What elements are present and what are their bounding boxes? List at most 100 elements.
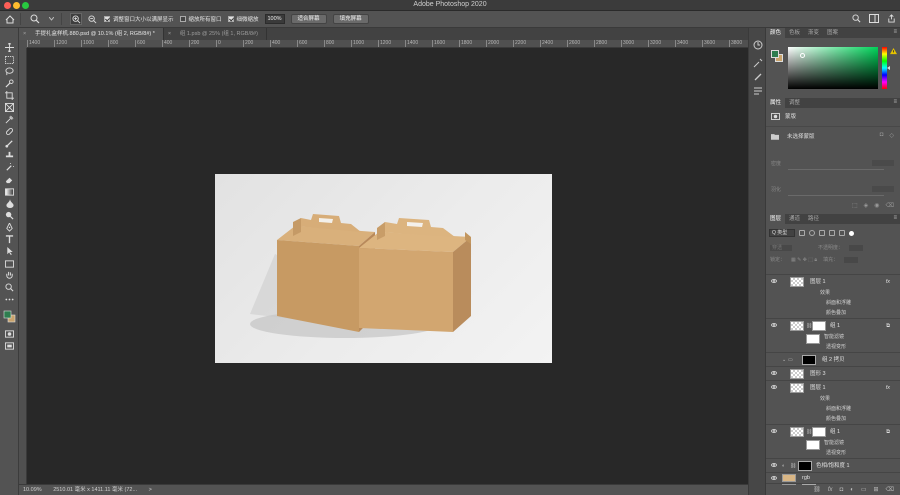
tab-channels[interactable]: 通道 — [785, 214, 804, 224]
layer-mask-thumbnail[interactable] — [812, 427, 826, 437]
add-vector-mask-icon[interactable]: ◇ — [889, 132, 894, 139]
crop-tool-icon[interactable] — [3, 90, 16, 101]
tab-swatches[interactable]: 色板 — [785, 28, 804, 38]
folder-icon[interactable]: ▭ — [861, 486, 867, 493]
layer-row[interactable]: ⛓︎ 组 1 ⧉ — [766, 424, 900, 438]
layer-row[interactable]: 图层 1 fx — [766, 274, 900, 288]
zoom-out-icon[interactable] — [86, 13, 98, 25]
type-filter-icon[interactable] — [819, 230, 825, 236]
layer-mask-thumbnail[interactable] — [798, 461, 812, 471]
fill-field[interactable] — [844, 256, 859, 263]
rectangle-tool-icon[interactable] — [3, 258, 16, 269]
paragraph-panel-icon[interactable] — [753, 86, 763, 96]
layer-fx-badge[interactable]: fx — [886, 275, 890, 289]
foreground-color-swatch[interactable] — [771, 50, 779, 58]
density-field[interactable] — [872, 160, 894, 166]
healing-brush-tool-icon[interactable] — [3, 126, 16, 137]
gradient-tool-icon[interactable] — [3, 186, 16, 197]
visibility-eye-icon[interactable] — [771, 463, 777, 467]
pen-tool-icon[interactable] — [3, 222, 16, 233]
color-swatches-icon[interactable] — [3, 308, 16, 324]
close-icon[interactable]: × — [168, 28, 171, 40]
brush-settings-icon[interactable] — [753, 72, 763, 82]
visibility-eye-icon[interactable] — [771, 371, 777, 375]
shape-filter-icon[interactable] — [829, 230, 835, 236]
layer-fx-badge[interactable]: fx — [886, 381, 890, 395]
feather-field[interactable] — [872, 186, 894, 192]
ruler-origin[interactable] — [19, 40, 27, 48]
panel-menu-icon[interactable]: ≡ — [893, 215, 897, 221]
effect-bevel-emboss[interactable]: 斜面和浮雕 — [826, 298, 851, 308]
horizontal-ruler[interactable]: 1400 1200 1000 800 600 400 200 0 200 400… — [27, 40, 748, 48]
lasso-tool-icon[interactable] — [3, 66, 16, 77]
layer-row[interactable]: 图层 1 fx — [766, 380, 900, 394]
visibility-eye-icon[interactable] — [771, 323, 777, 327]
canvas-pasteboard[interactable] — [27, 48, 748, 484]
document-canvas[interactable] — [215, 174, 552, 363]
search-icon[interactable] — [852, 14, 861, 23]
layer-mask-thumbnail[interactable] — [802, 355, 816, 365]
visibility-eye-icon[interactable] — [771, 385, 777, 389]
status-more-arrow[interactable]: > — [149, 487, 152, 493]
home-icon[interactable] — [4, 13, 16, 25]
effect-color-overlay[interactable]: 颜色叠加 — [826, 308, 846, 318]
filter-perspective-warp[interactable]: 透视变形 — [826, 448, 846, 458]
color-picker-ring[interactable] — [800, 53, 805, 58]
type-tool-icon[interactable] — [3, 234, 16, 245]
gamut-warning-icon[interactable] — [890, 48, 897, 55]
brush-tool-icon[interactable] — [3, 138, 16, 149]
eyedropper-tool-icon[interactable] — [3, 114, 16, 125]
hue-slider-handle[interactable] — [887, 66, 890, 70]
new-layer-icon[interactable]: ⊞ — [873, 486, 878, 493]
workspace-icon[interactable] — [869, 14, 879, 23]
visibility-eye-icon[interactable] — [771, 279, 777, 283]
vertical-ruler[interactable] — [19, 48, 27, 484]
effect-color-overlay[interactable]: 颜色叠加 — [826, 414, 846, 424]
load-selection-icon[interactable]: ⬚ — [852, 202, 858, 209]
share-icon[interactable] — [887, 14, 896, 23]
hand-tool-icon[interactable] — [3, 270, 16, 281]
quick-mask-icon[interactable] — [3, 328, 16, 339]
zoom-tool-icon[interactable] — [3, 282, 16, 293]
dodge-tool-icon[interactable] — [3, 210, 16, 221]
zoom-tool-icon[interactable] — [29, 13, 41, 25]
tab-paths[interactable]: 路径 — [804, 214, 823, 224]
link-icon[interactable]: ⛓︎ — [813, 486, 821, 493]
more-tools-icon[interactable] — [3, 294, 16, 305]
zoom-all-windows-checkbox[interactable]: 缩放所有窗口 — [179, 15, 222, 23]
layer-mask-thumbnail[interactable] — [812, 321, 826, 331]
tab-color[interactable]: 颜色 — [766, 28, 786, 38]
smart-filter-mask-thumbnail[interactable] — [806, 334, 820, 344]
tab-gradients[interactable]: 渐变 — [804, 28, 823, 38]
panel-menu-icon[interactable]: ≡ — [893, 29, 897, 35]
quick-select-tool-icon[interactable] — [3, 78, 16, 89]
layer-filter-select[interactable]: Q 类型 — [769, 229, 795, 237]
visibility-eye-icon[interactable] — [771, 476, 777, 480]
close-icon[interactable]: × — [23, 28, 26, 40]
history-panel-icon[interactable] — [753, 40, 763, 50]
trash-icon[interactable]: ⌫ — [886, 202, 894, 209]
layer-row[interactable]: ◐ ⛓︎ 色相/饱和度 1 — [766, 458, 900, 472]
scrubby-zoom-checkbox[interactable]: 细微缩放 — [227, 15, 259, 23]
clone-stamp-tool-icon[interactable] — [3, 150, 16, 161]
status-zoom[interactable]: 10.09% — [23, 487, 42, 493]
layer-row[interactable]: 图形 3 — [766, 366, 900, 380]
screen-mode-icon[interactable] — [3, 340, 16, 351]
opacity-field[interactable] — [849, 244, 864, 251]
adjust-panel-icon[interactable] — [753, 58, 763, 68]
blur-tool-icon[interactable] — [3, 198, 16, 209]
adjustment-filter-icon[interactable] — [809, 230, 815, 236]
chevron-down-icon[interactable] — [45, 13, 57, 25]
frame-tool-icon[interactable] — [3, 102, 16, 113]
blend-mode-select[interactable]: 穿透 — [770, 244, 792, 251]
add-pixel-mask-icon[interactable]: ◘ — [880, 132, 884, 139]
layer-group-row[interactable]: ⌄ ▭ 组 2 拷贝 — [766, 352, 900, 366]
tab-patterns[interactable]: 图案 — [823, 28, 842, 38]
fx-icon[interactable]: fx — [828, 487, 833, 493]
apply-mask-icon[interactable]: ◈ — [864, 202, 869, 209]
filter-toggle-icon[interactable] — [849, 230, 854, 236]
chevron-down-icon[interactable]: ⌄ — [782, 353, 786, 367]
mask-icon[interactable]: ◘ — [840, 487, 844, 493]
move-tool-icon[interactable] — [3, 42, 16, 53]
tab-properties[interactable]: 属性 — [766, 98, 786, 108]
